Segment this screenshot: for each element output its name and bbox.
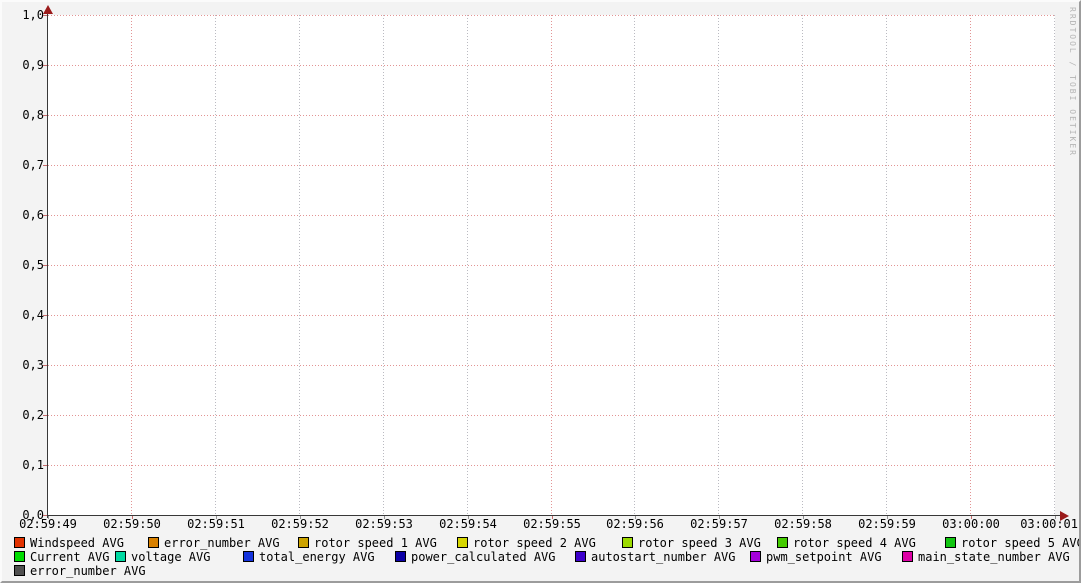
- legend-label: voltage AVG: [131, 550, 210, 564]
- y-axis-tick: [43, 515, 47, 516]
- x-axis-tick: [552, 516, 553, 519]
- x-gridline-minor: [383, 15, 384, 515]
- y-axis-tick: [43, 365, 47, 366]
- x-axis-tick: [1055, 516, 1056, 519]
- legend-item: main_state_number AVG: [902, 550, 1081, 564]
- x-axis-label: 02:59:57: [685, 518, 753, 531]
- legend-label: rotor speed 3 AVG: [638, 536, 761, 550]
- x-axis-tick: [887, 516, 888, 519]
- legend-swatch: [622, 537, 633, 548]
- x-gridline-minor: [215, 15, 216, 515]
- legend-swatch: [750, 551, 761, 562]
- legend-swatch: [457, 537, 468, 548]
- legend-label: error_number AVG: [30, 564, 146, 578]
- x-gridline-major: [551, 15, 552, 515]
- x-axis-label: 02:59:58: [769, 518, 837, 531]
- x-axis-tick: [971, 516, 972, 519]
- x-axis-label: 03:00:00: [937, 518, 1005, 531]
- y-axis-label: 0,2: [10, 408, 44, 422]
- x-gridline-minor: [886, 15, 887, 515]
- legend-label: pwm_setpoint AVG: [766, 550, 882, 564]
- legend-label: rotor speed 1 AVG: [314, 536, 437, 550]
- x-gridline-minor: [1054, 15, 1055, 515]
- legend-swatch: [298, 537, 309, 548]
- x-gridline-minor: [299, 15, 300, 515]
- y-axis-tick: [43, 415, 47, 416]
- legend-swatch: [902, 551, 913, 562]
- legend-swatch: [945, 537, 956, 548]
- x-axis-label: 03:00:01: [1010, 518, 1078, 531]
- x-axis-tick: [384, 516, 385, 519]
- legend-swatch: [14, 537, 25, 548]
- y-axis-tick: [43, 315, 47, 316]
- legend-swatch: [115, 551, 126, 562]
- x-axis-label: 02:59:49: [14, 518, 82, 531]
- x-axis-label: 02:59:54: [434, 518, 502, 531]
- legend-label: rotor speed 4 AVG: [793, 536, 916, 550]
- y-axis-tick: [43, 165, 47, 166]
- x-axis-tick: [803, 516, 804, 519]
- x-gridline-minor: [467, 15, 468, 515]
- legend-swatch: [395, 551, 406, 562]
- legend-label: total_energy AVG: [259, 550, 375, 564]
- y-axis-label: 0,3: [10, 358, 44, 372]
- x-gridline-major: [970, 15, 971, 515]
- x-axis-tick: [216, 516, 217, 519]
- x-axis-label: 02:59:56: [601, 518, 669, 531]
- y-axis-label: 0,9: [10, 58, 44, 72]
- legend-swatch: [575, 551, 586, 562]
- x-axis-tick: [300, 516, 301, 519]
- legend-label: error_number AVG: [164, 536, 280, 550]
- rrdtool-graph: RRDTOOL / TOBI OETIKER 1,0 0,9 0,8 0,7 0,6 0,…: [0, 0, 1081, 583]
- x-axis-tick: [635, 516, 636, 519]
- y-axis-tick: [43, 215, 47, 216]
- legend-label: rotor speed 2 AVG: [473, 536, 596, 550]
- legend-swatch: [777, 537, 788, 548]
- x-axis-label: 02:59:59: [853, 518, 921, 531]
- y-axis-label: 1,0: [10, 8, 44, 22]
- x-gridline-minor: [718, 15, 719, 515]
- y-axis-tick: [43, 265, 47, 266]
- x-axis-tick: [132, 516, 133, 519]
- x-gridline-minor: [802, 15, 803, 515]
- x-axis-label: 02:59:50: [98, 518, 166, 531]
- y-axis-label: 0,4: [10, 308, 44, 322]
- y-axis-tick: [43, 115, 47, 116]
- y-axis-tick: [43, 465, 47, 466]
- x-axis-tick: [48, 516, 49, 519]
- y-axis-label: 0,6: [10, 208, 44, 222]
- legend-swatch: [148, 537, 159, 548]
- legend-label: Current AVG: [30, 550, 109, 564]
- x-gridline-minor: [634, 15, 635, 515]
- legend-swatch: [14, 551, 25, 562]
- x-axis-tick: [719, 516, 720, 519]
- plot-area: [48, 15, 1055, 515]
- legend-item: power_calculated AVG: [395, 550, 595, 564]
- y-axis-label: 0,7: [10, 158, 44, 172]
- legend-item: autostart_number AVG: [575, 550, 775, 564]
- x-axis-label: 02:59:51: [182, 518, 250, 531]
- y-axis-label: 0,8: [10, 108, 44, 122]
- y-axis-label: 0,5: [10, 258, 44, 272]
- legend-label: power_calculated AVG: [411, 550, 556, 564]
- x-gridline-major: [131, 15, 132, 515]
- x-axis-tick: [468, 516, 469, 519]
- y-axis-line: [47, 7, 48, 518]
- y-axis-arrow-icon: [43, 5, 53, 14]
- x-axis-label: 02:59:52: [266, 518, 334, 531]
- legend-label: autostart_number AVG: [591, 550, 736, 564]
- y-axis-label: 0,1: [10, 458, 44, 472]
- x-axis-label: 02:59:55: [518, 518, 586, 531]
- legend-label: Windspeed AVG: [30, 536, 124, 550]
- y-axis-tick: [43, 15, 47, 16]
- legend-label: main_state_number AVG: [918, 550, 1070, 564]
- y-axis-tick: [43, 65, 47, 66]
- legend-item: error_number AVG: [14, 564, 214, 578]
- x-axis-label: 02:59:53: [350, 518, 418, 531]
- legend-item: rotor speed 5 AVG: [945, 536, 1081, 550]
- legend-swatch: [243, 551, 254, 562]
- legend-swatch: [14, 565, 25, 576]
- legend-label: rotor speed 5 AVG: [961, 536, 1081, 550]
- rrdtool-watermark: RRDTOOL / TOBI OETIKER: [1068, 7, 1077, 157]
